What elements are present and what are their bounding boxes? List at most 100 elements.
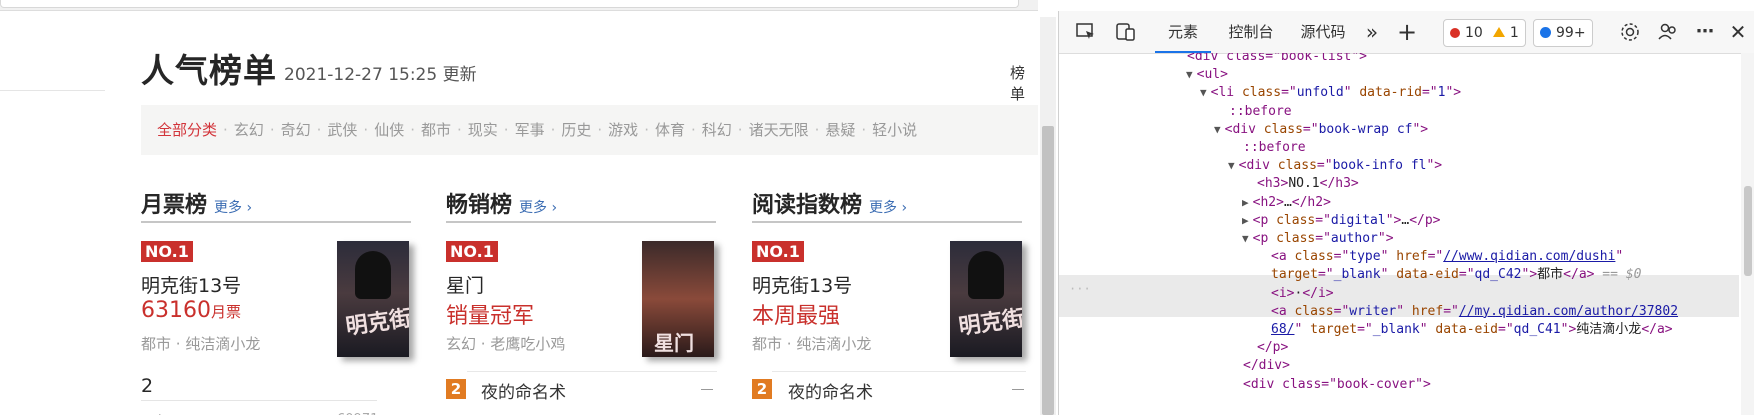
tab-elements[interactable]: 元素 xyxy=(1155,11,1211,53)
dom-node-line[interactable]: <div class="book-cover"> xyxy=(1243,375,1431,395)
dom-token-dollar: == $0 xyxy=(1594,267,1642,283)
book-cover[interactable]: 明克街13号 xyxy=(337,241,409,357)
dom-node-line[interactable]: ▼ <li class="unfold" data-rid="1"> xyxy=(1200,83,1461,103)
page-scroll-thumb[interactable] xyxy=(1042,126,1054,415)
category-link[interactable]: 全部分类 xyxy=(157,121,217,139)
tab-sources[interactable]: 源代码 xyxy=(1291,11,1355,53)
rank-2-title[interactable]: 夜的命名术 xyxy=(481,378,566,403)
rank-link[interactable]: 榜单 xyxy=(1010,62,1038,104)
dom-node-line[interactable]: <i>·</i> xyxy=(1271,284,1334,304)
category-link[interactable]: 游戏 xyxy=(608,121,638,139)
dom-token-txt: NO.1 xyxy=(1288,176,1320,192)
expand-triangle-icon[interactable]: ▶ xyxy=(1242,196,1249,209)
dom-token-tag: <div xyxy=(1238,158,1278,174)
profile-icon[interactable] xyxy=(1657,21,1679,43)
genre-link[interactable]: 都市 xyxy=(752,335,782,353)
expand-triangle-icon[interactable]: ▶ xyxy=(1242,214,1249,227)
book-stat: 本周最强 xyxy=(752,304,841,329)
more-tabs-icon[interactable]: » xyxy=(1361,21,1383,43)
genre-link[interactable]: 玄幻 xyxy=(446,335,476,353)
dom-token-link[interactable]: //my.qidian.com/author/37802 xyxy=(1459,304,1678,319)
dom-node-line[interactable]: ▼ <div class="book-wrap cf"> xyxy=(1214,120,1428,140)
add-tab-icon[interactable]: + xyxy=(1396,20,1418,44)
category-link[interactable]: 轻小说 xyxy=(872,121,917,139)
category-link[interactable]: 都市 xyxy=(421,121,451,139)
collapse-triangle-icon[interactable]: ▼ xyxy=(1186,68,1193,81)
dom-token-tag: =" xyxy=(1316,158,1333,174)
more-icon[interactable]: ⋯ xyxy=(1694,21,1716,43)
rank-column-monthly: 月票榜 更多 › NO.1 明克街13号 63160月票 都市 · 纯洁滴小龙 明… xyxy=(141,187,411,415)
dom-node-line[interactable]: ::before xyxy=(1243,138,1306,158)
category-link[interactable]: 奇幻 xyxy=(281,121,311,139)
more-link[interactable]: 更多 › xyxy=(869,200,907,216)
collapse-triangle-icon[interactable]: ▼ xyxy=(1228,159,1235,172)
column-header: 阅读指数榜 更多 › xyxy=(752,187,1022,223)
dom-token-tag: <h3> xyxy=(1257,176,1289,192)
category-link[interactable]: 仙侠 xyxy=(374,121,404,139)
category-link[interactable]: 玄幻 xyxy=(234,121,264,139)
webpage: 人气榜单 2021-12-27 15:25 更新 榜单 全部分类 · 玄幻 · 奇幻 · 武… xyxy=(0,11,1038,415)
settings-icon[interactable] xyxy=(1619,21,1641,43)
dom-node-line[interactable]: ▼ <ul> xyxy=(1186,65,1228,85)
inspect-icon[interactable] xyxy=(1075,21,1097,43)
dom-token-tag: =" xyxy=(1333,249,1350,265)
tab-console[interactable]: 控制台 xyxy=(1219,11,1283,53)
category-link[interactable]: 悬疑 xyxy=(825,121,855,139)
dom-node-line[interactable]: ▼ <p class="author"> xyxy=(1242,229,1394,249)
dom-token-txt: 纯洁滴小龙 xyxy=(1576,322,1642,337)
dom-node-line[interactable]: ▶ <p class="digital">…</p> xyxy=(1242,211,1441,231)
dom-node-line[interactable]: <a class="type" href="//www.qidian.com/d… xyxy=(1271,247,1623,267)
genre-link[interactable]: 都市 xyxy=(141,335,171,353)
book-title[interactable]: 明克街13号 xyxy=(752,271,852,298)
dom-node-line[interactable]: </div> xyxy=(1243,356,1290,376)
dom-node-line[interactable]: ▶ <h2>…</h2> xyxy=(1242,193,1331,213)
rank-2-title[interactable]: 夜的命名术 xyxy=(788,378,873,403)
category-link[interactable]: 历史 xyxy=(561,121,591,139)
dom-token-link[interactable]: //www.qidian.com/dushi xyxy=(1443,249,1615,264)
author-link[interactable]: 纯洁滴小龙 xyxy=(185,335,260,353)
author-link[interactable]: 纯洁滴小龙 xyxy=(796,335,871,353)
category-separator: · xyxy=(269,121,275,139)
book-meta: 都市 · 纯洁滴小龙 xyxy=(141,333,260,354)
messages-counter[interactable]: 99+ xyxy=(1533,19,1593,47)
dom-token-attr: href xyxy=(1396,249,1428,265)
dom-token-tag: " xyxy=(1294,322,1311,337)
more-link[interactable]: 更多 › xyxy=(519,200,557,216)
dom-token-tag: " xyxy=(1419,322,1436,337)
book-title[interactable]: 明克街13号 xyxy=(141,271,241,298)
book-title[interactable]: 星门 xyxy=(446,271,484,298)
book-cover[interactable]: 星门 xyxy=(642,241,714,357)
category-link[interactable]: 武侠 xyxy=(327,121,357,139)
dom-node-line[interactable]: 68/" target="_blank" data-eid="qd_C41">纯… xyxy=(1271,320,1673,340)
dom-token-tag: " xyxy=(1343,85,1360,101)
more-link[interactable]: 更多 › xyxy=(214,200,252,216)
dom-token-tag: "> xyxy=(1377,231,1394,246)
issues-counter[interactable]: 10 1 xyxy=(1443,19,1526,47)
dom-token-tag: <div xyxy=(1224,121,1264,137)
dom-node-line[interactable]: ::before xyxy=(1229,102,1292,122)
message-icon xyxy=(1540,27,1551,38)
close-icon[interactable]: ✕ xyxy=(1727,21,1749,43)
category-link[interactable]: 军事 xyxy=(515,121,545,139)
book-cover[interactable]: 明克街13号 xyxy=(950,241,1022,357)
category-link[interactable]: 诸天无限 xyxy=(749,121,809,139)
dom-node-line[interactable]: </p> xyxy=(1257,338,1288,358)
dom-node-line[interactable]: <h3>NO.1</h3> xyxy=(1257,174,1359,194)
collapse-triangle-icon[interactable]: ▼ xyxy=(1200,86,1207,99)
dom-node-line[interactable]: <a class="writer" href="//my.qidian.com/… xyxy=(1271,302,1678,322)
collapse-triangle-icon[interactable]: ▼ xyxy=(1242,232,1249,245)
rank-3-title[interactable]: 星门 xyxy=(141,409,173,415)
dom-token-link[interactable]: 68/ xyxy=(1271,322,1294,337)
author-link[interactable]: 老鹰吃小鸡 xyxy=(490,335,565,353)
dom-token-tag: " xyxy=(1380,267,1397,283)
dom-node-line[interactable]: ▼ <div class="book-info fl"> xyxy=(1228,156,1442,176)
dom-token-tag: <p xyxy=(1252,212,1277,228)
category-link[interactable]: 现实 xyxy=(468,121,498,139)
category-link[interactable]: 科幻 xyxy=(702,121,732,139)
device-icon[interactable] xyxy=(1115,21,1137,43)
collapse-triangle-icon[interactable]: ▼ xyxy=(1214,123,1221,136)
category-link[interactable]: 体育 xyxy=(655,121,685,139)
dom-token-pseudo: ::before xyxy=(1229,103,1292,119)
dom-node-line[interactable]: target="_blank" data-eid="qd_C42">都市</a>… xyxy=(1271,265,1641,285)
devtools-scroll-thumb[interactable] xyxy=(1744,186,1752,276)
